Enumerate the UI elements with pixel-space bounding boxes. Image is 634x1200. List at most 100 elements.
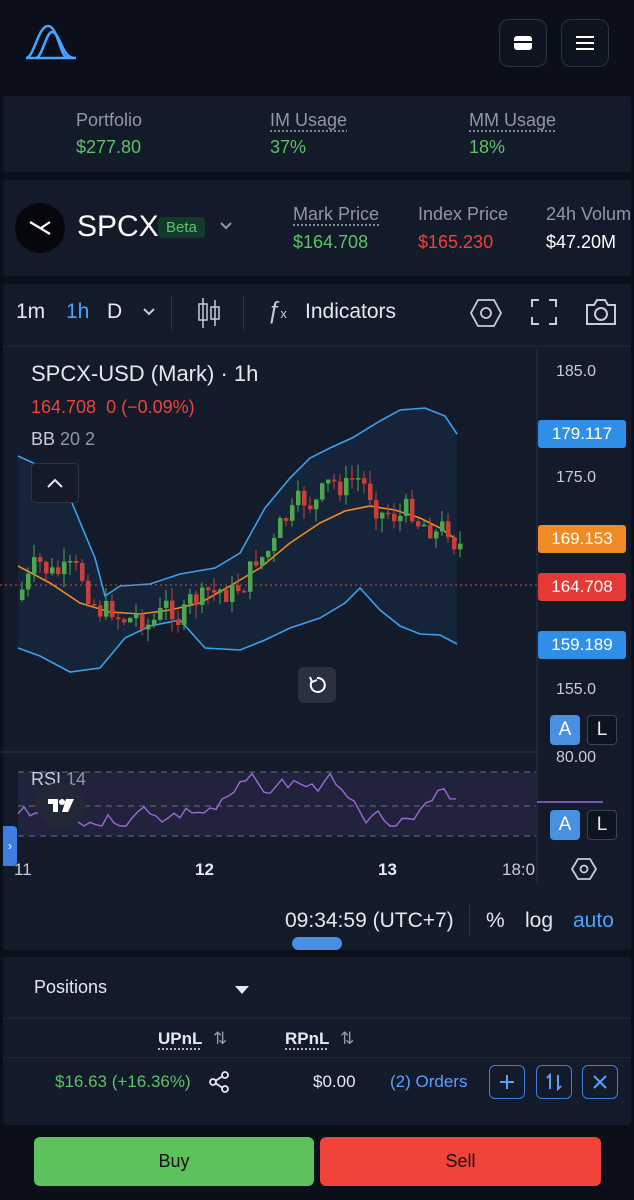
- sort-icon[interactable]: ⇅: [340, 1029, 354, 1049]
- fullscreen-button[interactable]: [530, 298, 558, 331]
- axis-settings-button[interactable]: [570, 856, 598, 887]
- candle-body: [104, 600, 109, 617]
- close-position-button[interactable]: [582, 1065, 618, 1099]
- time-axis-12: 12: [195, 860, 214, 879]
- rsi-axis-80: 80.00: [555, 749, 596, 766]
- candle-body: [314, 499, 319, 510]
- mm-usage-label[interactable]: MM Usage: [469, 110, 556, 131]
- candle-body: [152, 619, 157, 625]
- candle-type-button[interactable]: [196, 296, 222, 335]
- candlestick-icon: [198, 298, 220, 328]
- rpnl-header[interactable]: RPnL: [285, 1029, 329, 1049]
- candle-body: [362, 478, 367, 484]
- auto-scale-toggle[interactable]: auto: [573, 909, 614, 933]
- close-icon: [593, 1075, 607, 1089]
- bb-legend[interactable]: BB 20 2: [31, 429, 95, 450]
- add-margin-button[interactable]: [489, 1065, 525, 1099]
- reverse-position-button[interactable]: [536, 1065, 572, 1099]
- positions-separator: [3, 1057, 631, 1058]
- candle-body: [164, 600, 169, 608]
- positions-tab[interactable]: Positions: [34, 977, 107, 998]
- collapse-legend-button[interactable]: [31, 463, 79, 503]
- im-usage-label[interactable]: IM Usage: [270, 110, 347, 131]
- panel-resize-handle[interactable]: [292, 937, 342, 950]
- candle-body: [218, 589, 223, 593]
- positions-separator: [3, 1018, 631, 1019]
- screenshot-button[interactable]: [584, 297, 618, 332]
- wallet-button[interactable]: [499, 19, 547, 67]
- candle-body: [392, 513, 397, 522]
- timeframe-dropdown[interactable]: [141, 305, 157, 324]
- candle-body: [374, 500, 379, 519]
- candle-body: [428, 524, 433, 539]
- candle-body: [440, 521, 445, 532]
- chart-time[interactable]: 09:34:59 (UTC+7): [285, 909, 454, 933]
- reset-chart-button[interactable]: [298, 667, 336, 703]
- function-icon[interactable]: ƒx: [267, 297, 287, 325]
- candle-body: [146, 624, 151, 630]
- toolbar-divider: [171, 296, 172, 330]
- candle-body: [188, 594, 193, 605]
- candle-body: [266, 551, 271, 558]
- rsi-auto-scale-button[interactable]: A: [550, 810, 580, 840]
- share-icon: [209, 1071, 229, 1093]
- app-logo[interactable]: [24, 22, 78, 62]
- fullscreen-icon: [531, 299, 557, 325]
- candle-body: [404, 498, 409, 516]
- orders-link[interactable]: (2) Orders: [390, 1072, 467, 1092]
- time-axis-11: 11: [14, 860, 32, 879]
- candle-body: [140, 613, 145, 630]
- menu-button[interactable]: [561, 19, 609, 67]
- candle-body: [260, 557, 265, 566]
- sell-button[interactable]: Sell: [320, 1137, 601, 1186]
- price-axis-175: 175.0: [555, 469, 596, 486]
- rsi-zone: [18, 772, 536, 836]
- share-button[interactable]: [208, 1071, 230, 1098]
- candle-body: [194, 594, 199, 605]
- mark-price-value: $164.708: [293, 232, 369, 252]
- log-scale-button[interactable]: L: [587, 715, 617, 745]
- tradingview-logo[interactable]: [36, 783, 86, 827]
- plus-icon: [500, 1075, 514, 1089]
- market-dropdown[interactable]: [218, 218, 234, 239]
- candle-body: [332, 479, 337, 482]
- timeframe-d[interactable]: D: [107, 300, 122, 324]
- caret-down-icon: [235, 986, 249, 994]
- rsi-log-scale-button[interactable]: L: [587, 810, 617, 840]
- indicators-button[interactable]: Indicators: [305, 300, 396, 324]
- positions-dropdown[interactable]: [234, 983, 250, 1001]
- upnl-value: $16.63 (+16.36%): [55, 1072, 191, 1091]
- market-avatar: [15, 203, 65, 253]
- swap-vertical-icon: [546, 1073, 562, 1091]
- percent-scale-button[interactable]: %: [486, 909, 505, 933]
- mm-usage-value: 18%: [469, 137, 506, 157]
- hamburger-menu-icon: [576, 36, 594, 50]
- candle-body: [386, 512, 391, 515]
- candle-body: [254, 561, 259, 566]
- candle-body: [416, 521, 421, 527]
- timeframe-1h[interactable]: 1h: [66, 300, 89, 324]
- market-symbol[interactable]: SPCX: [77, 210, 159, 244]
- price-axis-155: 155.0: [555, 681, 596, 698]
- candle-body: [134, 613, 139, 619]
- ohlc-line: 164.708 0 (−0.09%): [31, 397, 195, 417]
- candle-body: [284, 518, 289, 521]
- upnl-header[interactable]: UPnL: [158, 1029, 202, 1049]
- log-scale-toggle[interactable]: log: [525, 909, 553, 933]
- chevron-down-icon: [143, 308, 155, 316]
- candle-body: [326, 479, 331, 484]
- candle-body: [230, 585, 235, 602]
- tradingview-logo-icon: [48, 799, 74, 812]
- timeframe-1m[interactable]: 1m: [16, 300, 45, 324]
- rpnl-value: $0.00: [313, 1072, 356, 1091]
- beta-badge: Beta: [158, 217, 205, 238]
- settings-button[interactable]: [469, 296, 503, 335]
- candle-body: [50, 567, 55, 574]
- candle-body: [272, 537, 277, 552]
- buy-button[interactable]: Buy: [34, 1137, 314, 1186]
- auto-scale-button[interactable]: A: [550, 715, 580, 745]
- rotate-ccw-icon: [309, 676, 326, 693]
- candle-body: [26, 573, 31, 590]
- sort-icon[interactable]: ⇅: [213, 1029, 227, 1049]
- mark-price-label[interactable]: Mark Price: [293, 204, 379, 225]
